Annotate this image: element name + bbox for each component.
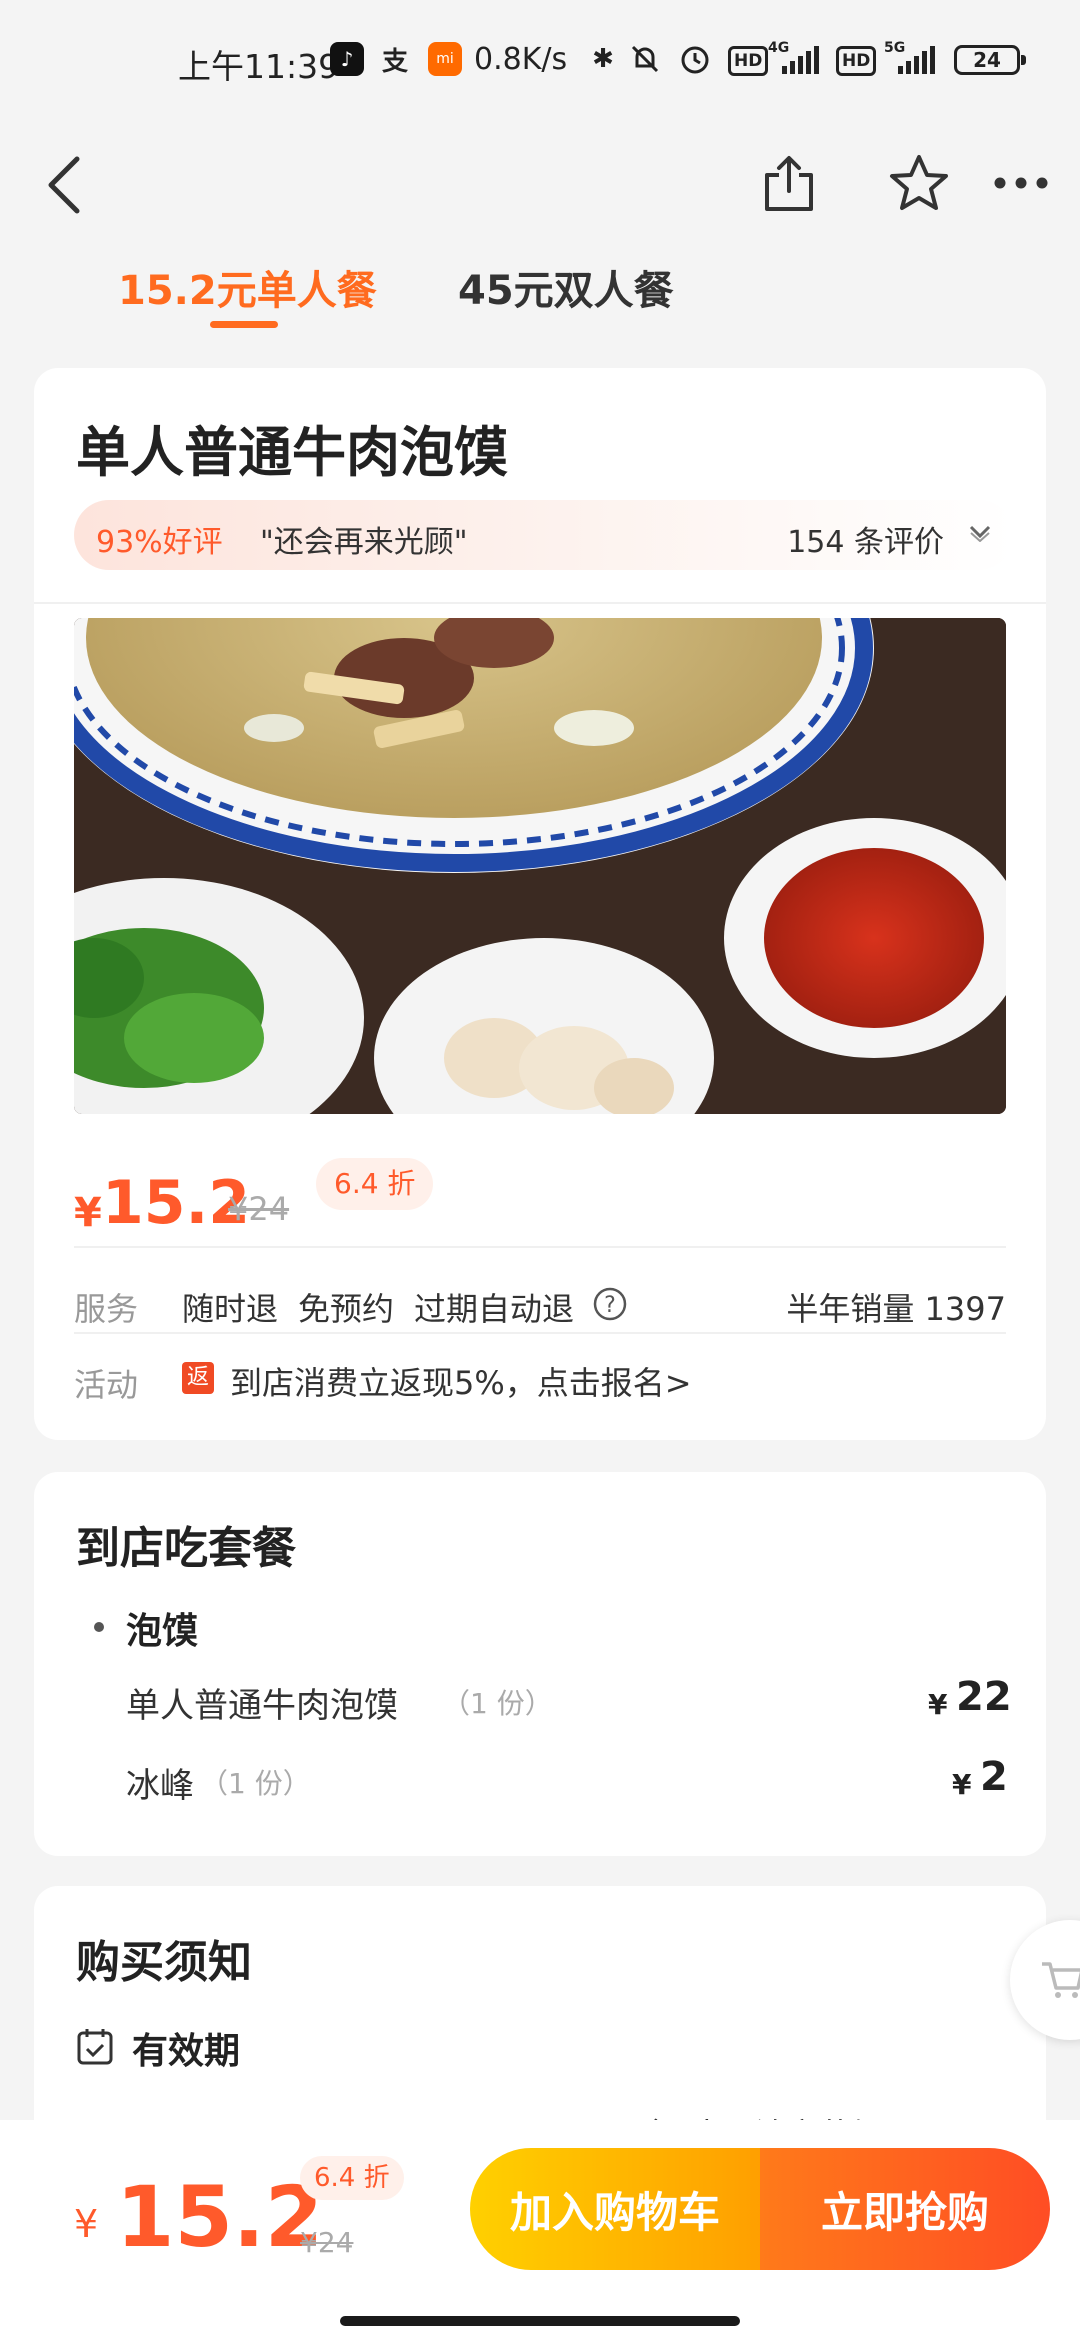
top-nav bbox=[0, 120, 1080, 240]
back-icon bbox=[48, 156, 80, 214]
share-icon bbox=[765, 156, 813, 211]
discount-badge: 6.4 折 bbox=[316, 1158, 434, 1210]
activity-label: 活动 bbox=[74, 1366, 139, 1404]
more-button[interactable] bbox=[976, 138, 1066, 228]
status-time: 上午11:39 bbox=[178, 47, 340, 86]
package-item-qty: （1 份） bbox=[200, 1767, 311, 1800]
add-to-cart-button[interactable]: 加入购物车 bbox=[470, 2148, 760, 2270]
package-item-name: 单人普通牛肉泡馍 bbox=[126, 1686, 398, 1726]
food-photo[interactable] bbox=[74, 618, 1006, 1114]
service-label: 服务 bbox=[74, 1290, 139, 1328]
mi-icon: mi bbox=[428, 42, 462, 76]
price-currency: ¥ bbox=[74, 1190, 102, 1236]
divider bbox=[74, 1332, 1006, 1334]
deal-title: 单人普通牛肉泡馍 bbox=[76, 421, 508, 484]
signal-icon bbox=[898, 46, 935, 74]
cashback-icon: 返 bbox=[182, 1362, 214, 1394]
help-icon[interactable]: ? bbox=[592, 1286, 628, 1322]
watermark: 大众点评 bbox=[840, 2280, 984, 2320]
package-item-currency: ¥ bbox=[952, 1768, 972, 1801]
rating-bar[interactable]: 93%好评 "还会再来光顾" 154 条评价 bbox=[74, 500, 1014, 570]
star-icon bbox=[890, 155, 948, 210]
original-price: ¥24 bbox=[228, 1190, 290, 1228]
notice-title: 购买须知 bbox=[76, 1937, 252, 1988]
home-indicator[interactable] bbox=[340, 2316, 740, 2326]
buy-now-button[interactable]: 立即抢购 bbox=[760, 2148, 1050, 2270]
sales-count: 半年销量 1397 bbox=[786, 1290, 1006, 1328]
package-item-qty: （1 份） bbox=[442, 1687, 553, 1720]
food-photo-illustration bbox=[74, 618, 1006, 1114]
hd-badge: HD bbox=[728, 46, 769, 76]
bottom-price-currency: ¥ bbox=[74, 2202, 99, 2246]
activity-link[interactable]: 到店消费立返现5%，点击报名> bbox=[230, 1358, 692, 1404]
bottom-discount-badge: 6.4 折 bbox=[300, 2156, 404, 2200]
battery-indicator: 24 bbox=[954, 45, 1026, 75]
service-item: 随时退 bbox=[182, 1290, 279, 1328]
package-tabs: 15.2元单人餐 45元双人餐 bbox=[0, 240, 1080, 360]
share-button[interactable] bbox=[744, 138, 834, 228]
more-icon bbox=[994, 177, 1048, 189]
alipay-icon: 支 bbox=[381, 46, 408, 77]
favorite-button[interactable] bbox=[874, 138, 964, 228]
network-speed: 0.8K/s bbox=[474, 42, 568, 77]
validity-label: 有效期 bbox=[132, 2031, 241, 2072]
status-bar: 上午11:39 ♪ 支 mi 0.8K/s ✱ HD 4G HD 5G 24 bbox=[0, 0, 1080, 120]
back-button[interactable] bbox=[20, 140, 110, 230]
package-item-name: 冰峰 bbox=[126, 1766, 194, 1806]
tab-active-indicator bbox=[210, 321, 278, 328]
tab-single-meal[interactable]: 15.2元单人餐 bbox=[118, 258, 377, 316]
cart-icon bbox=[1042, 1962, 1080, 1998]
bottom-original-price: ¥24 bbox=[300, 2226, 354, 2259]
hd-badge: HD bbox=[836, 46, 877, 76]
divider bbox=[74, 1246, 1006, 1248]
service-item: 过期自动退 bbox=[414, 1290, 575, 1328]
alarm-icon bbox=[681, 46, 709, 74]
tab-double-meal[interactable]: 45元双人餐 bbox=[458, 258, 674, 316]
bluetooth-icon: ✱ bbox=[592, 44, 614, 74]
divider bbox=[34, 602, 1046, 604]
package-item-price: 2 bbox=[980, 1754, 1008, 1800]
signal-icon bbox=[782, 46, 819, 74]
mute-bell-icon bbox=[631, 45, 659, 73]
package-group-name: 泡馍 bbox=[126, 1611, 199, 1652]
review-count: 154 条评价 bbox=[787, 525, 944, 560]
chevron-down-icon bbox=[969, 525, 991, 542]
bottom-action-bar: ¥ 15.2 6.4 折 ¥24 加入购物车 立即抢购 大众点评 bbox=[0, 2120, 1080, 2340]
package-card: 到店吃套餐 泡馍 单人普通牛肉泡馍 （1 份） ¥ 22 冰峰 （1 份） ¥ … bbox=[34, 1472, 1046, 1856]
svg-text:?: ? bbox=[604, 1293, 616, 1318]
rating-quote: "还会再来光顾" bbox=[260, 525, 468, 560]
calendar-icon bbox=[77, 2029, 113, 2065]
deal-card: 单人普通牛肉泡馍 93%好评 "还会再来光顾" 154 条评价 ¥ 15.2 ¥… bbox=[34, 368, 1046, 1440]
bottom-price: 15.2 bbox=[116, 2168, 324, 2266]
package-title: 到店吃套餐 bbox=[76, 1523, 296, 1574]
service-item: 免预约 bbox=[298, 1290, 395, 1328]
tiktok-icon: ♪ bbox=[330, 42, 364, 76]
bullet bbox=[94, 1622, 104, 1632]
rating-percent: 93%好评 bbox=[96, 525, 223, 560]
package-item-price: 22 bbox=[956, 1674, 1012, 1720]
package-item-currency: ¥ bbox=[928, 1688, 948, 1721]
